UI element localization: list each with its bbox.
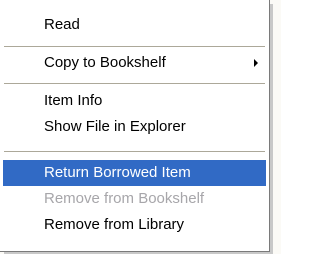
menu-item-label: Item Info (44, 92, 103, 109)
menu-item-label: Copy to Bookshelf (44, 54, 166, 71)
menu-item-label: Remove from Library (44, 216, 185, 233)
menu-separator (4, 151, 265, 152)
menu-item-label: Read (44, 16, 80, 33)
menu-separator (4, 46, 265, 47)
chevron-right-icon (254, 59, 258, 67)
menu-item-read[interactable]: Read (3, 12, 266, 38)
menu-item-label: Show File in Explorer (44, 118, 186, 135)
menu-item-label: Return Borrowed Item (44, 164, 191, 181)
context-menu: Read Copy to Bookshelf Item Info Show Fi… (0, 0, 270, 252)
menu-item-remove-from-library[interactable]: Remove from Library (3, 212, 266, 238)
menu-item-return-borrowed-item[interactable]: Return Borrowed Item (3, 160, 266, 186)
menu-separator (4, 83, 265, 84)
menu-item-copy-to-bookshelf[interactable]: Copy to Bookshelf (3, 50, 266, 76)
menu-shadow (270, 4, 273, 254)
menu-item-label: Remove from Bookshelf (44, 190, 205, 207)
menu-item-remove-from-bookshelf[interactable]: Remove from Bookshelf (3, 186, 266, 212)
menu-item-item-info[interactable]: Item Info (3, 88, 266, 114)
menu-item-show-file-in-explorer[interactable]: Show File in Explorer (3, 114, 266, 140)
